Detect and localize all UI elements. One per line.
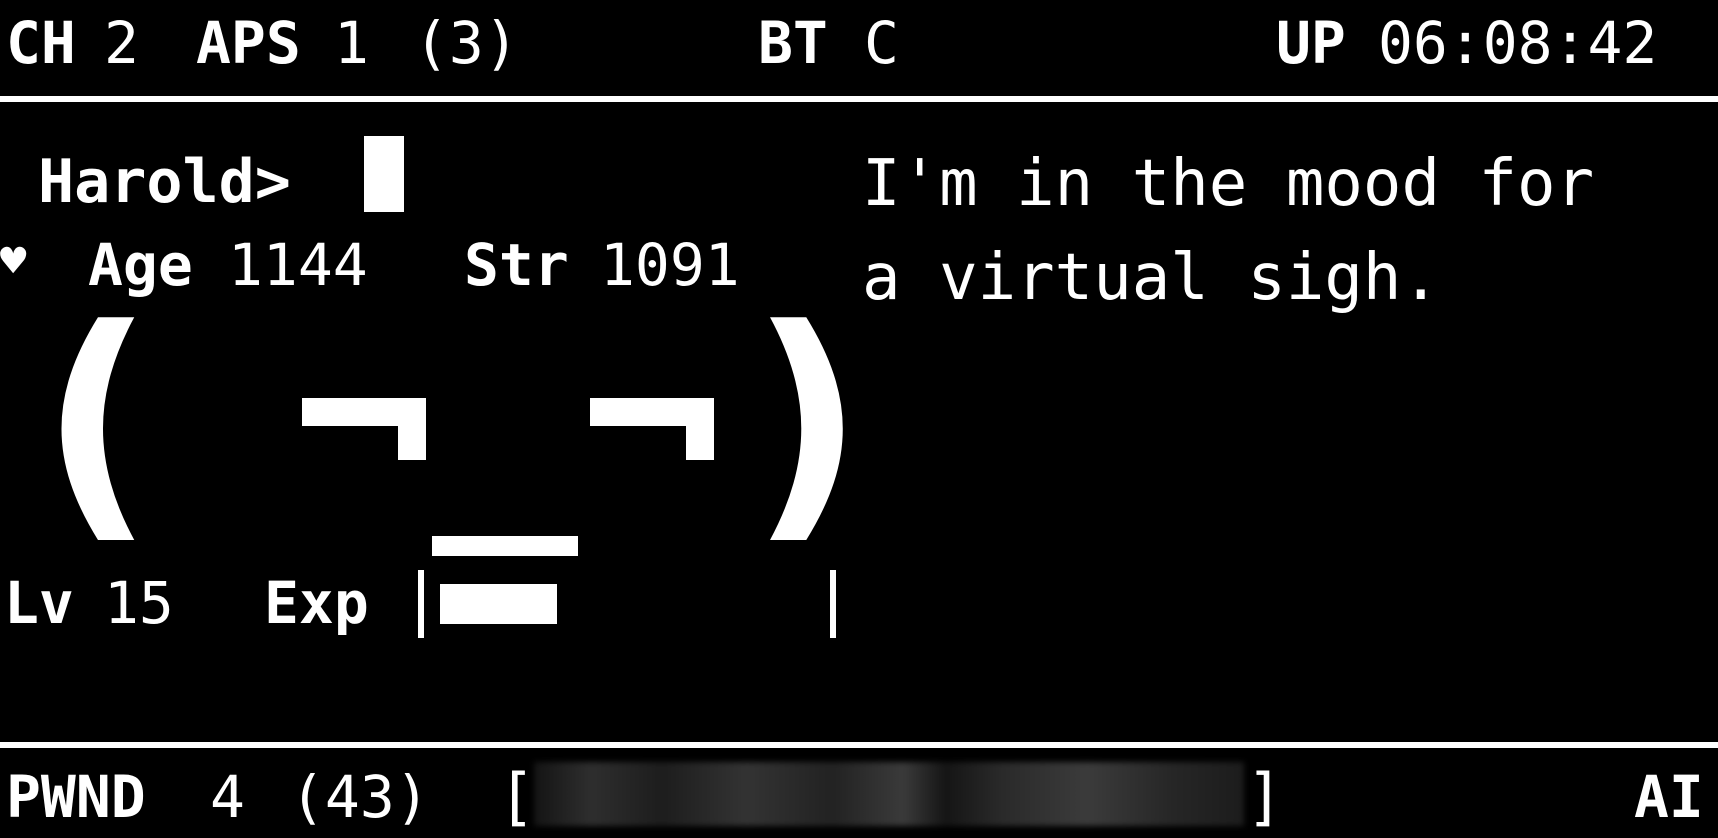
exp-bar-fill	[440, 584, 557, 624]
face-right-paren: )	[750, 275, 865, 566]
channel-label: CH	[6, 9, 76, 77]
header-divider	[0, 96, 1718, 102]
footer-divider	[0, 742, 1718, 748]
text-cursor	[364, 136, 404, 212]
face-mouth	[432, 536, 578, 556]
str-label: Str	[464, 231, 569, 299]
face-right-eye-drop	[686, 398, 714, 460]
age-value: 1144	[228, 231, 368, 299]
pwnd-label: PWND	[6, 763, 146, 831]
message-line-1: I'm in the mood for	[862, 147, 1595, 221]
exp-bar-right-edge	[830, 570, 836, 638]
uptime-value: 06:08:42	[1378, 9, 1658, 77]
channel-value: 2	[104, 9, 139, 77]
level-label: Lv	[4, 569, 74, 637]
bt-label: BT	[758, 9, 828, 77]
face-left-paren: (	[40, 275, 155, 566]
exp-label: Exp	[264, 569, 369, 637]
message-line-2: a virtual sigh.	[862, 241, 1440, 315]
exp-bar-left-edge	[418, 570, 424, 638]
redacted-network-name	[534, 762, 1244, 826]
heart-icon: ♥	[0, 236, 27, 287]
face-left-eye-drop	[398, 398, 426, 460]
prompt-name: Harold>	[38, 147, 291, 217]
aps-label: APS	[196, 9, 301, 77]
pwnd-bracket-open: [	[498, 760, 536, 833]
mode-indicator: AI	[1634, 763, 1704, 831]
bt-value: C	[864, 9, 899, 77]
pwnd-total: (43)	[290, 763, 430, 831]
pwnd-value: 4	[210, 763, 245, 831]
str-value: 1091	[600, 231, 740, 299]
pwnd-bracket-close: ]	[1246, 760, 1284, 833]
uptime-label: UP	[1276, 9, 1346, 77]
aps-total: (3)	[414, 9, 519, 77]
level-value: 15	[104, 569, 174, 637]
aps-value: 1	[334, 9, 369, 77]
